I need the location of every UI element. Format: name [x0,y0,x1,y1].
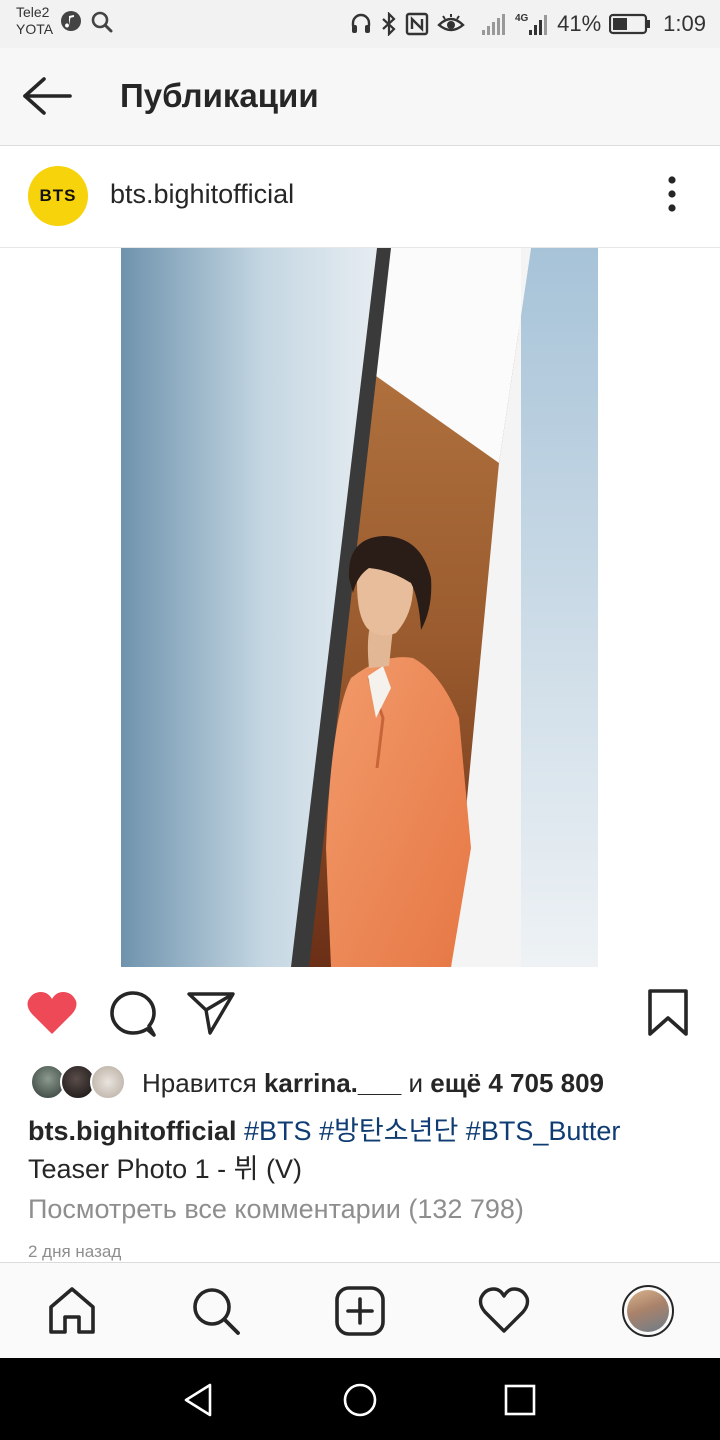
headset-icon [351,13,371,33]
system-nav-bar [0,1358,720,1440]
post-timestamp: 2 дня назад [28,1242,122,1261]
add-post-icon[interactable] [334,1285,386,1337]
bottom-tab-bar [0,1262,720,1358]
view-comments-link[interactable]: Посмотреть все комментарии (132 798) [28,1194,524,1225]
app-header: Публикации [0,48,720,146]
music-icon [61,11,81,31]
likes-text: Нравится karrina.___ и ещё 4 705 809 [142,1068,604,1099]
eye-comfort-icon [437,14,465,32]
avatar-logo-text: BTS [39,186,77,205]
nav-home-icon[interactable] [340,1380,380,1420]
status-right: 4G 41% 1:09 [349,0,706,48]
signal-4g-icon: 4G [515,13,548,35]
more-vertical-icon[interactable] [654,174,690,214]
bookmark-icon[interactable] [646,988,690,1038]
heart-outline-icon[interactable] [478,1285,530,1337]
hashtag[interactable]: #BTS [244,1116,312,1146]
likes-prefix: Нравится [142,1067,264,1098]
heart-filled-icon[interactable] [26,990,78,1036]
comment-icon[interactable] [108,990,156,1038]
nav-back-icon[interactable] [180,1380,220,1420]
liker-avatar [90,1064,126,1100]
send-icon[interactable] [186,990,236,1036]
carrier-1: Tele2 [16,4,50,20]
battery-icon [609,13,651,35]
photo-illustration [121,248,598,967]
battery-percent: 41% [557,11,602,36]
search-icon[interactable] [190,1285,242,1337]
hashtag[interactable]: #BTS_Butter [466,1116,621,1146]
likes-row[interactable]: Нравится karrina.___ и ещё 4 705 809 [30,1062,710,1104]
likes-middle: и [401,1067,431,1098]
caption-text: Teaser Photo 1 - 뷔 (V) [28,1154,302,1184]
avatar[interactable]: BTS [28,166,88,226]
nfc-icon [405,12,429,36]
clock: 1:09 [663,11,706,36]
post-actions [0,968,720,1060]
bluetooth-icon [382,12,396,36]
caption-username[interactable]: bts.bighitofficial [28,1116,237,1146]
post-caption: bts.bighitofficial #BTS #방탄소년단 #BTS_Butt… [28,1112,698,1188]
page-title: Публикации [120,77,319,114]
search-status-icon [91,11,113,33]
post-header: BTS bts.bighitofficial [0,146,720,248]
carrier-labels: Tele2 YOTA [16,4,53,38]
post-photo[interactable] [121,248,598,967]
signal-icon-1 [482,14,506,35]
profile-avatar[interactable] [622,1285,674,1337]
home-icon[interactable] [46,1285,98,1337]
status-bar: Tele2 YOTA 4G 41% 1:09 [0,0,720,48]
carrier-2: YOTA [16,21,54,37]
arrow-left-icon[interactable] [22,76,74,116]
liker-username[interactable]: karrina.___ [264,1068,401,1098]
likes-count[interactable]: ещё 4 705 809 [430,1068,604,1098]
profile-photo [627,1290,669,1332]
svg-text:4G: 4G [515,13,529,24]
nav-recents-icon[interactable] [500,1380,540,1420]
hashtag[interactable]: #방탄소년단 [319,1116,458,1146]
post-username[interactable]: bts.bighitofficial [110,179,294,210]
liker-avatars [30,1064,130,1102]
